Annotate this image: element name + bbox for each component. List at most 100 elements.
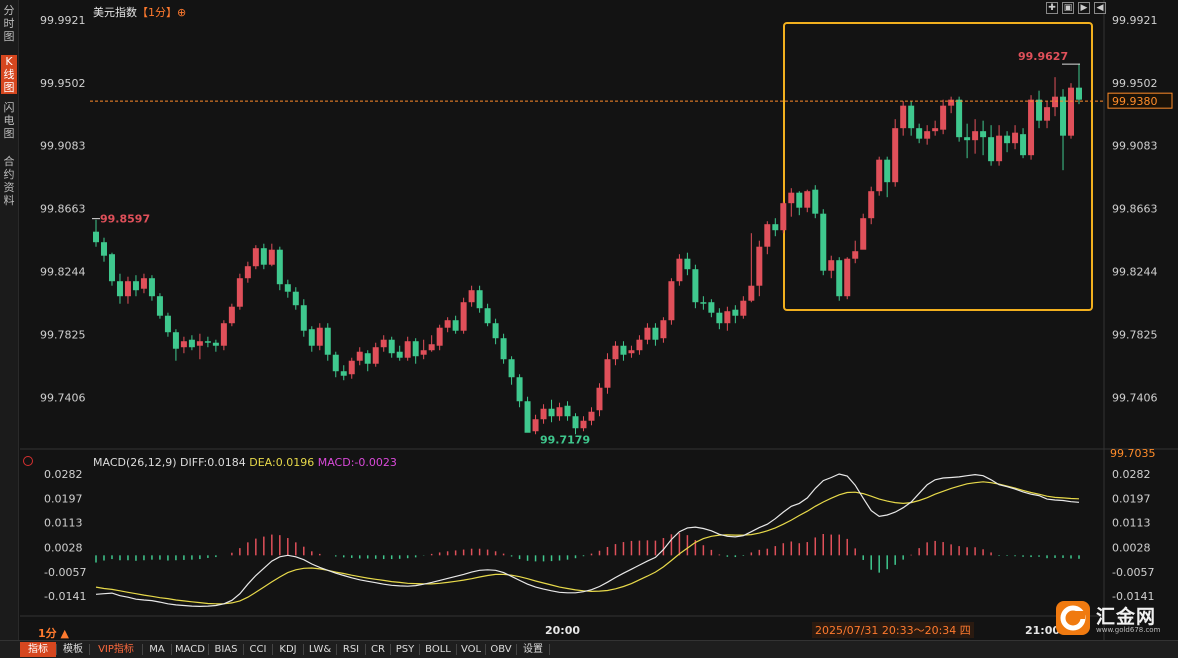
price-label-left: 99.8244	[40, 266, 86, 279]
candle-body	[980, 131, 987, 138]
indicator-tab-3[interactable]: MA	[143, 642, 171, 657]
candle-body	[500, 338, 507, 360]
candle-body	[1068, 87, 1075, 136]
macd-label-right: 0.0282	[1112, 468, 1151, 481]
candle-body	[900, 105, 907, 129]
macd-label-left: 0.0113	[44, 517, 83, 530]
candle-body	[484, 308, 491, 324]
indicator-tab-13[interactable]: VOL	[457, 642, 485, 657]
add-icon[interactable]: ⊕	[177, 6, 186, 19]
candle-body	[396, 351, 403, 358]
candle-body	[196, 341, 203, 346]
indicator-tab-8[interactable]: LW&	[304, 642, 336, 657]
candle-body	[716, 312, 723, 324]
dea-line	[95, 481, 1080, 605]
candle-body	[284, 284, 291, 292]
candle-body	[564, 405, 571, 417]
indicator-settings-icon[interactable]	[23, 456, 33, 466]
indicator-tab-10[interactable]: CR	[366, 642, 390, 657]
candle-body	[884, 159, 891, 183]
sidebar-tab-0[interactable]: 分时图	[1, 4, 17, 43]
indicator-bar: 指标 模板 VIP指标 MA MACD BIAS CCI KDJ LW& RSI CR PSY BOLL…	[0, 640, 1178, 658]
time-label-2000: 20:00	[545, 624, 580, 637]
candle-body	[868, 191, 875, 219]
indicator-tab-7[interactable]: KDJ	[273, 642, 303, 657]
sidebar-tab-3[interactable]: 合约资料	[1, 155, 17, 207]
candle-body	[876, 159, 883, 192]
indicator-tab-14[interactable]: OBV	[486, 642, 516, 657]
indicator-tab-1[interactable]: 模板	[57, 642, 89, 657]
play-icon[interactable]: ▶	[1078, 2, 1090, 14]
price-label-right: 99.9921	[1112, 14, 1158, 27]
candle-body	[252, 248, 259, 267]
indicator-tab-6[interactable]: CCI	[244, 642, 272, 657]
candle-body	[244, 266, 251, 279]
price-label-left: 99.9083	[40, 140, 86, 153]
indicator-tab-12[interactable]: BOLL	[420, 642, 456, 657]
candle-body	[236, 278, 243, 307]
macd-legend: MACD(26,12,9) DIFF:0.0184 DEA:0.0196 MAC…	[93, 456, 397, 469]
indicator-tab-4[interactable]: MACD	[172, 642, 208, 657]
indicator-tab-0[interactable]: 指标	[20, 642, 56, 657]
candle-body	[452, 320, 459, 331]
candle-body	[460, 302, 467, 331]
indicator-tab-15[interactable]: 设置	[517, 642, 549, 657]
indicator-tab-9[interactable]: RSI	[337, 642, 365, 657]
sidebar-tab-1[interactable]: K线图	[1, 55, 17, 94]
indicator-tab-11[interactable]: PSY	[391, 642, 419, 657]
candle-body	[156, 296, 163, 316]
macd-label-left: -0.0057	[44, 566, 86, 579]
expand-icon[interactable]: ✚	[1046, 2, 1058, 14]
sidebar-tab-2[interactable]: 闪电图	[1, 101, 17, 140]
candle-body	[732, 309, 739, 316]
period-selector[interactable]: 【1分】	[137, 6, 177, 19]
macd-label-left: 0.0282	[44, 468, 83, 481]
candle-body	[388, 339, 395, 354]
candle-body	[724, 311, 731, 324]
kline-chart[interactable]: 99.9921 99.9921 99.9502 99.9502 99.9083 99.90…	[0, 0, 1178, 640]
price-label-right: 99.9083	[1112, 140, 1158, 153]
candle-body	[612, 345, 619, 360]
candle-body	[1004, 135, 1011, 144]
candle-body	[644, 327, 651, 340]
candle-body	[948, 99, 955, 106]
candle-body	[788, 192, 795, 204]
indicator-tab-2[interactable]: VIP指标	[90, 642, 142, 657]
candle-body	[1060, 96, 1067, 136]
candle-body	[820, 213, 827, 271]
candle-body	[972, 131, 979, 141]
price-bottom-label: 99.7035	[1110, 447, 1156, 460]
candle-body	[604, 359, 611, 388]
price-label-right: 99.8663	[1112, 203, 1158, 216]
candle-body	[860, 218, 867, 250]
previous-icon[interactable]: ◀	[1094, 2, 1106, 14]
candle-body	[188, 339, 195, 348]
candle-body	[572, 416, 579, 429]
candle-body	[340, 371, 347, 376]
candle-body	[620, 345, 627, 355]
candle-body	[260, 248, 267, 265]
last-price-label: 99.9380	[1112, 95, 1158, 108]
candle-body	[404, 341, 411, 358]
candle-body	[748, 285, 755, 301]
instrument-name: 美元指数	[93, 6, 137, 19]
indicator-tab-5[interactable]: BIAS	[209, 642, 243, 657]
candle-body	[652, 327, 659, 340]
candle-body	[892, 128, 899, 183]
candle-body	[420, 350, 427, 355]
logo-url: www.gold678.com	[1096, 626, 1161, 634]
candle-body	[828, 260, 835, 271]
macd-label-right: -0.0057	[1112, 566, 1154, 579]
shrink-icon[interactable]: ▣	[1062, 2, 1074, 14]
candle-body	[212, 342, 219, 346]
candle-body	[516, 377, 523, 402]
candle-body	[852, 251, 859, 259]
high-annotation: 99.9627	[1018, 50, 1068, 63]
candle-body	[444, 320, 451, 328]
candle-body	[140, 278, 147, 289]
candle-body	[308, 329, 315, 346]
macd-dea: DEA:0.0196	[249, 456, 315, 469]
candle-body	[476, 290, 483, 309]
candle-body	[220, 323, 227, 346]
period-label[interactable]: 1分 ▲	[38, 625, 69, 641]
